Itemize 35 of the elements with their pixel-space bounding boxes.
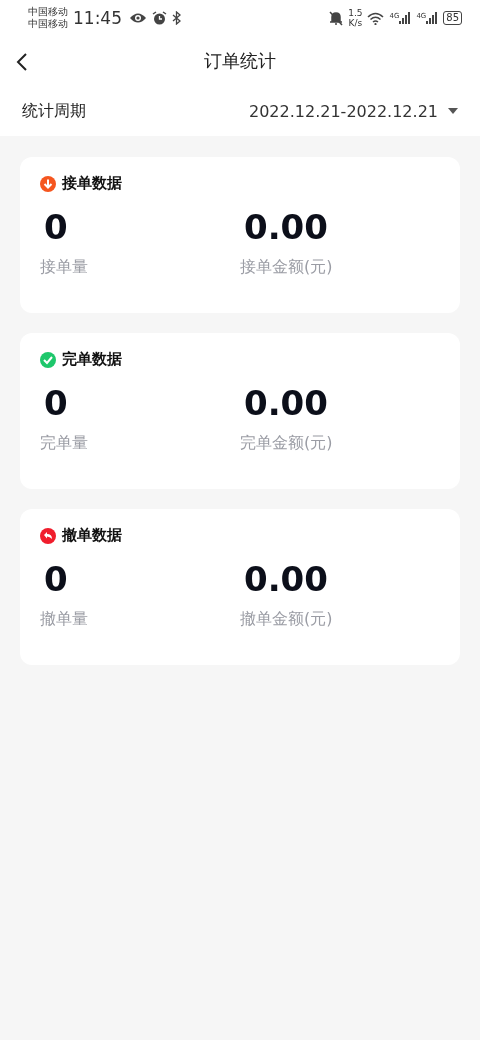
amount-value: 0.00 (244, 559, 328, 599)
bluetooth-icon (172, 11, 181, 25)
amount-label: 撤单金额(元) (240, 609, 333, 630)
signal-icon (426, 12, 439, 24)
count-label: 撤单量 (40, 609, 88, 630)
carrier-label: 中国移动 (28, 18, 68, 30)
amount-label: 完单金额(元) (240, 433, 333, 454)
card-title: 接单数据 (62, 174, 122, 193)
period-dropdown[interactable]: 2022.12.21-2022.12.21 (249, 101, 458, 121)
status-time: 11:45 (73, 8, 122, 28)
page-title: 订单统计 (204, 49, 276, 73)
speed-unit: K/s (348, 18, 363, 28)
down-arrow-icon (40, 175, 56, 192)
amount-value: 0.00 (244, 383, 328, 423)
carrier-label: 中国移动 (28, 6, 68, 18)
undo-icon (40, 527, 56, 544)
period-label: 统计周期 (22, 100, 86, 122)
count-value: 0 (44, 559, 68, 599)
amount-value: 0.00 (244, 207, 328, 247)
alarm-icon (152, 10, 167, 26)
signal-icon (399, 12, 412, 24)
count-value: 0 (44, 207, 68, 247)
speed-value: 1.5 (348, 8, 363, 18)
card-title: 完单数据 (62, 350, 122, 369)
check-icon (40, 351, 56, 368)
count-value: 0 (44, 383, 68, 423)
battery-level: 85 (443, 11, 462, 25)
eye-icon (129, 12, 147, 24)
caret-icon (448, 107, 458, 115)
muted-bell-icon (329, 10, 344, 26)
wifi-icon (367, 11, 385, 25)
amount-label: 接单金额(元) (240, 257, 333, 278)
count-label: 完单量 (40, 433, 88, 454)
card-title: 撤单数据 (62, 526, 122, 545)
count-label: 接单量 (40, 257, 88, 278)
